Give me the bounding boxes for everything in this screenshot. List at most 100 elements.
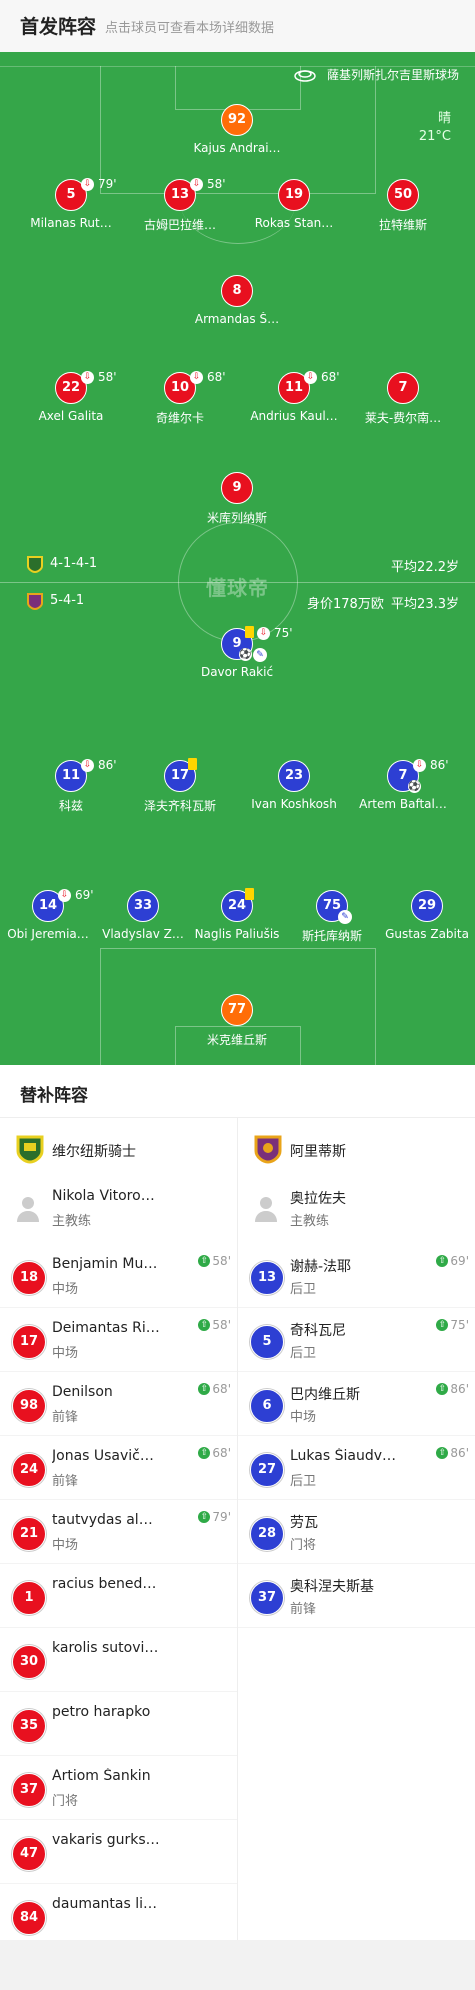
assist-shoe-icon: ✎ <box>338 910 352 924</box>
player-away[interactable]: 7 ⇩ 86' ⚽ Artem Baftal… <box>343 758 463 816</box>
bench-player-name: 劳瓦 <box>290 1515 318 1531</box>
player-name: 拉特维斯 <box>378 218 427 232</box>
bench-player-number: 13 <box>250 1261 284 1295</box>
bench-player-name: Denilson <box>52 1384 113 1400</box>
bench-player-row[interactable]: 27 Lukas Šiaudv… 后卫 ⇧ 86' <box>238 1436 475 1500</box>
bench-player-row[interactable]: 35 petro harapko <box>0 1692 237 1756</box>
bench-player-row[interactable]: 1 racius benedi… <box>0 1564 237 1628</box>
player-name: Gustas Zabita <box>385 927 469 941</box>
sub-on-minute: 68' <box>212 1446 231 1460</box>
sub-on-indicator: ⇧ 86' <box>436 1446 469 1460</box>
home-coach[interactable]: Nikola Vitorovic 主教练 <box>0 1180 237 1244</box>
bench-player-row[interactable]: 37 Artiom Šankin 门将 <box>0 1756 237 1820</box>
player-home[interactable]: 13 ⇩ 58' 古姆巴拉维… <box>120 177 240 235</box>
sub-on-minute: 75' <box>450 1318 469 1332</box>
coach-name: Nikola Vitorovic <box>52 1188 160 1204</box>
sub-off-indicator: ⇩ 86' <box>81 758 117 772</box>
player-away-keeper[interactable]: 77 米克维丘斯 <box>177 994 297 1050</box>
bench-player-row[interactable]: 6 巴内维丘斯 中场 ⇧ 86' <box>238 1372 475 1436</box>
bench-player-name: Deimantas Ri… <box>52 1320 160 1336</box>
bench-player-position: 中场 <box>52 1538 79 1553</box>
home-bench: 维尔纽斯骑士 Nikola Vitorovic 主教练 18 Benjamin M… <box>0 1118 237 1948</box>
bench-player-position: 门将 <box>290 1538 317 1553</box>
sub-on-minute: 86' <box>450 1446 469 1460</box>
bench-player-row[interactable]: 98 Denilson 前锋 ⇧ 68' <box>0 1372 237 1436</box>
sub-minute: 58' <box>207 177 226 191</box>
page-footer <box>0 1940 475 1990</box>
bench-player-position: 前锋 <box>290 1602 317 1617</box>
assist-shoe-icon: ✎ <box>253 648 267 662</box>
sub-on-icon: ⇧ <box>198 1447 211 1459</box>
away-coach[interactable]: 奥拉佐夫 主教练 <box>238 1180 475 1244</box>
bench-player-position: 前锋 <box>52 1474 79 1489</box>
home-team-name: 维尔纽斯骑士 <box>52 1144 136 1160</box>
player-name: 奇维尔卡 <box>155 411 204 425</box>
away-bench: 阿里蒂斯 奥拉佐夫 主教练 13 谢赫-法耶 后卫 ⇧ 69' 5 奇科瓦尼 后卫 ⇧ 75' 6 巴… <box>238 1118 475 1628</box>
bench-player-row[interactable]: 28 劳瓦门将 <box>238 1500 475 1564</box>
sub-off-icon: ⇩ <box>81 177 94 191</box>
bench-player-name: Lukas Šiaudv… <box>290 1448 397 1464</box>
home-team-logo-icon <box>16 1135 44 1164</box>
bench-player-row[interactable]: 84 daumantas lip… <box>0 1884 237 1948</box>
player-away[interactable]: 11 ⇩ 86' 科兹 <box>11 758 131 816</box>
bench-player-number: 35 <box>12 1709 46 1743</box>
player-name: Davor Rakić <box>200 665 274 679</box>
bench-header: 替补阵容 <box>0 1065 475 1118</box>
sub-off-indicator: ⇩ 58' <box>81 370 117 384</box>
away-team-row[interactable]: 阿里蒂斯 <box>238 1118 475 1180</box>
weather: 晴 21°C <box>419 110 451 146</box>
player-away[interactable]: 23 Ivan Koshkosh <box>234 760 354 816</box>
yellow-card-icon <box>245 888 254 900</box>
player-number: 9 <box>221 472 253 504</box>
player-home[interactable]: 7 莱夫-费尔南… <box>343 372 463 428</box>
player-home[interactable]: 9 米库列纳斯 <box>177 472 297 528</box>
player-name: 泽夫齐科瓦斯 <box>143 799 216 813</box>
bench-player-row[interactable]: 37 奥科涅夫斯基 前锋 <box>238 1564 475 1628</box>
player-away[interactable]: 29 Gustas Zabita <box>367 890 475 946</box>
sub-on-indicator: ⇧ 68' <box>198 1382 231 1396</box>
sub-minute: 68' <box>207 370 226 384</box>
sub-minute: 79' <box>98 177 117 191</box>
sub-on-icon: ⇧ <box>436 1319 449 1331</box>
bench-player-row[interactable]: 18 Benjamin Mul… 中场 ⇧ 58' <box>0 1244 237 1308</box>
sub-on-icon: ⇧ <box>198 1511 211 1523</box>
bench-player-row[interactable]: 30 karolis sutovi… <box>0 1628 237 1692</box>
sub-off-icon: ⇩ <box>257 626 270 640</box>
bench-player-name: petro harapko <box>52 1704 151 1720</box>
player-home[interactable]: 10 ⇩ 68' 奇维尔卡 <box>120 370 240 428</box>
bench-player-number: 28 <box>250 1517 284 1551</box>
bench-player-row[interactable]: 17 Deimantas Ri… 中场 ⇧ 58' <box>0 1308 237 1372</box>
player-number: 77 <box>221 994 253 1026</box>
away-avg-age: 平均23.3岁 <box>391 597 459 612</box>
player-name: 古姆巴拉维… <box>143 218 216 232</box>
coach-avatar-icon <box>255 1197 277 1222</box>
player-home[interactable]: 22 ⇩ 58' Axel Galita <box>11 370 131 428</box>
player-home[interactable]: 11 ⇩ 68' Andrius Kaul… <box>234 370 354 428</box>
sub-on-icon: ⇧ <box>436 1447 449 1459</box>
bench-player-row[interactable]: 47 vakaris gurks… <box>0 1820 237 1884</box>
player-home[interactable]: 19 Rokas Stan… <box>234 179 354 235</box>
home-team-row[interactable]: 维尔纽斯骑士 <box>0 1118 237 1180</box>
bench-player-name: Jonas Usavič… <box>52 1448 154 1464</box>
bench-player-number: 6 <box>250 1389 284 1423</box>
player-home[interactable]: 5 ⇩ 79' Milanas Rut… <box>11 177 131 235</box>
player-home-keeper[interactable]: 92 Kajus Andrai… <box>177 104 297 160</box>
bench-player-number: 47 <box>12 1837 46 1871</box>
player-home[interactable]: 50 拉特维斯 <box>343 179 463 235</box>
player-away[interactable]: 17 泽夫齐科瓦斯 <box>120 758 240 816</box>
player-number: 92 <box>221 104 253 136</box>
player-number: 19 <box>278 179 310 211</box>
sub-on-icon: ⇧ <box>436 1255 449 1267</box>
bench-player-row[interactable]: 24 Jonas Usavič… 前锋 ⇧ 68' <box>0 1436 237 1500</box>
bench-player-row[interactable]: 5 奇科瓦尼 后卫 ⇧ 75' <box>238 1308 475 1372</box>
bench-player-row[interactable]: 21 tautvydas ale… 中场 ⇧ 79' <box>0 1500 237 1564</box>
bench-player-row[interactable]: 13 谢赫-法耶 后卫 ⇧ 69' <box>238 1244 475 1308</box>
bench-player-position: 门将 <box>52 1794 79 1809</box>
sub-off-icon: ⇩ <box>304 370 317 384</box>
sub-on-minute: 79' <box>212 1510 231 1524</box>
sub-off-icon: ⇩ <box>81 758 94 772</box>
bench-player-number: 84 <box>12 1901 46 1935</box>
player-home[interactable]: 8 Armandas Š… <box>177 275 297 331</box>
player-away[interactable]: 9 ⇩ 75' ⚽ ✎ Davor Rakić <box>177 626 297 684</box>
bench-player-name: daumantas lip… <box>52 1896 160 1912</box>
